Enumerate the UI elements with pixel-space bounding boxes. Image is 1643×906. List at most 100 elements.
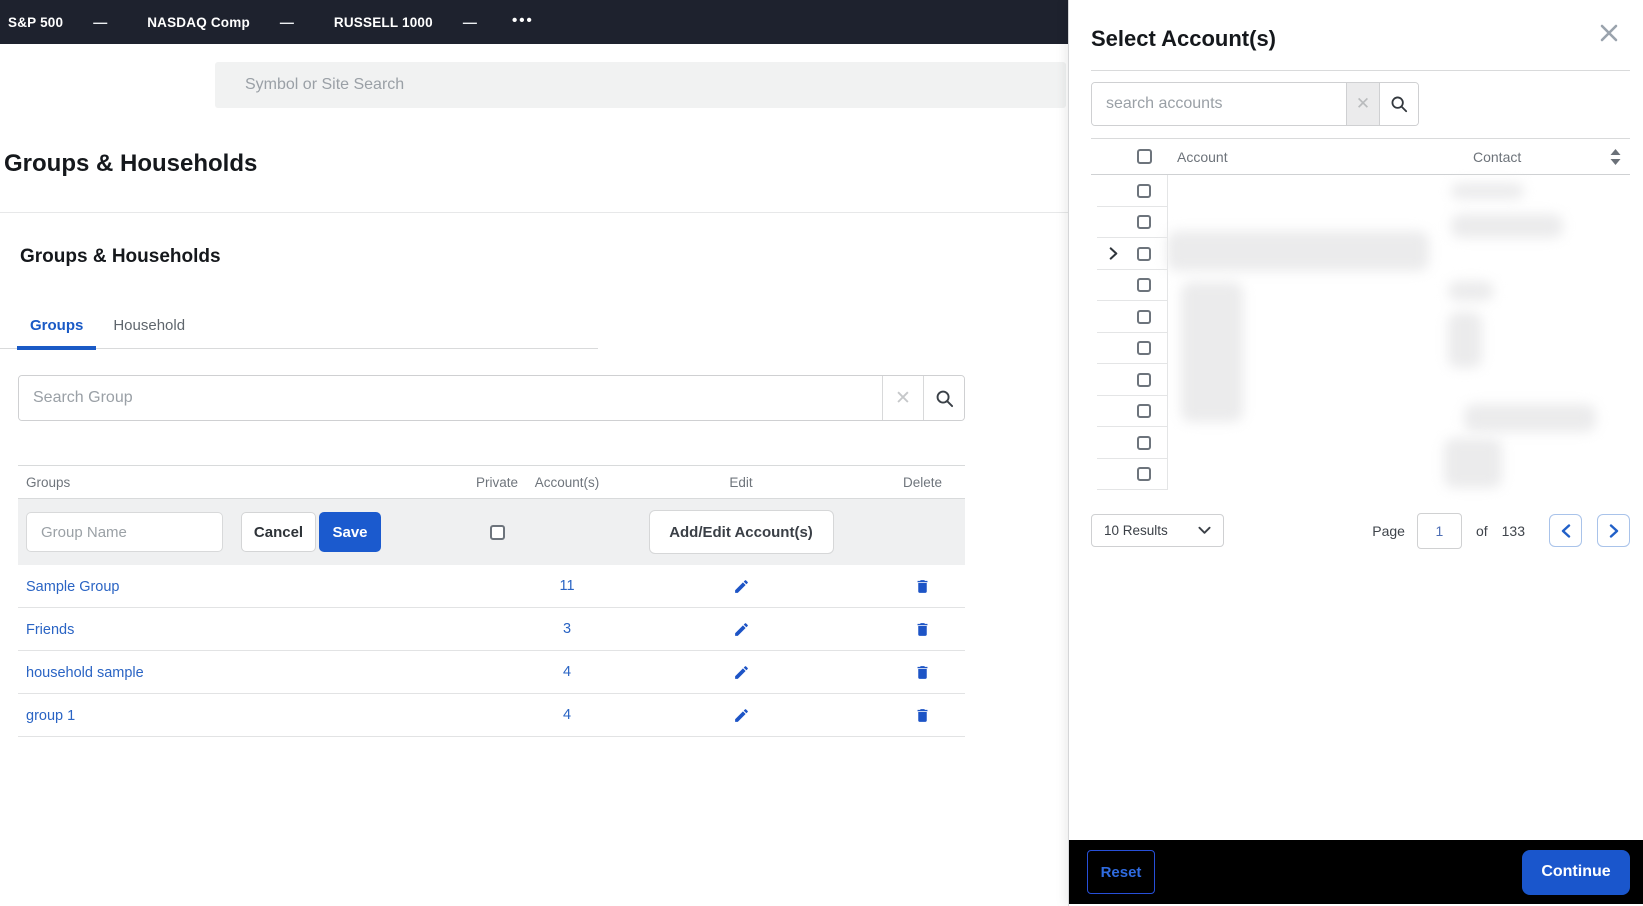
chevron-right-icon [1608,523,1620,538]
continue-button[interactable]: Continue [1522,849,1630,895]
clear-icon: ✕ [1355,94,1371,113]
edit-pencil-icon[interactable] [733,621,750,638]
results-per-page-value: 10 Results [1104,523,1168,538]
close-icon[interactable] [1598,22,1620,44]
account-checkbox[interactable] [1137,246,1151,261]
page-label: Page [1372,522,1405,539]
ticker-value: — [279,14,294,30]
select-all-checkbox[interactable] [1137,149,1152,164]
ticker-label: NASDAQ Comp [147,14,250,30]
ticker-item[interactable]: NASDAQ Comp — [147,14,294,30]
account-row [1091,301,1630,333]
group-name-link[interactable]: Sample Group [26,579,120,595]
accounts-search-box: ✕ [1091,82,1419,126]
account-checkbox[interactable] [1137,404,1151,419]
group-row: Friends 3 [18,608,965,651]
section-title: Groups & Households [20,246,221,267]
results-per-page-select[interactable]: 10 Results [1091,514,1224,547]
page-title: Groups & Households [4,150,258,177]
column-header-accounts: Account(s) [534,474,600,490]
group-accounts-count-link[interactable]: 11 [559,578,574,594]
accounts-search-clear-button[interactable]: ✕ [1346,83,1379,125]
private-checkbox[interactable] [489,524,505,540]
site-search-bar [0,44,1068,128]
add-edit-accounts-button[interactable]: Add/Edit Account(s) [648,510,834,554]
column-header-contact: Contact [1473,148,1522,165]
group-row: household sample 4 [18,651,965,694]
accounts-table-header: Account Contact [1091,138,1630,175]
ticker-label: RUSSELL 1000 [333,14,433,30]
clear-icon: ✕ [895,387,911,409]
account-checkbox[interactable] [1137,467,1151,482]
account-checkbox[interactable] [1137,309,1151,324]
search-icon [1390,95,1408,113]
group-name-link[interactable]: Friends [26,622,74,638]
column-header-delete: Delete [902,474,943,490]
account-row [1091,395,1630,428]
account-checkbox[interactable] [1137,341,1151,356]
groups-table-body: Sample Group 11 Friends 3 household samp… [18,565,965,737]
panel-title: Select Account(s) [1091,26,1277,51]
group-name-input[interactable] [26,512,223,552]
account-row [1091,458,1630,491]
account-row [1091,206,1630,239]
edit-pencil-icon[interactable] [733,707,750,724]
group-row: Sample Group 11 [18,565,965,608]
previous-page-button[interactable] [1549,514,1582,547]
accounts-search-button[interactable] [1379,83,1418,125]
group-accounts-count-link[interactable]: 4 [563,707,571,723]
reset-button[interactable]: Reset [1087,850,1155,894]
sort-icon[interactable] [1609,148,1622,165]
group-search-input[interactable] [19,376,882,420]
account-row [1091,269,1630,302]
group-name-link[interactable]: household sample [26,665,144,681]
ticker-more-icon[interactable]: ••• [512,12,534,29]
next-page-button[interactable] [1597,514,1630,547]
delete-trash-icon[interactable] [914,621,931,638]
groups-table-header: Groups Private Account(s) Edit Delete [18,465,965,499]
account-row [1091,427,1630,459]
group-search-clear-button[interactable]: ✕ [882,376,923,420]
ticker-item[interactable]: RUSSELL 1000 — [334,14,477,30]
site-search-input[interactable] [215,62,1066,108]
ticker-value: — [462,14,477,30]
save-button[interactable]: Save [319,512,381,552]
ticker-item[interactable]: S&P 500 — [8,14,107,30]
total-pages: 133 [1501,522,1525,539]
group-search-box: ✕ [18,375,965,421]
delete-trash-icon[interactable] [914,707,931,724]
tab-bar: Groups Household [0,317,598,350]
account-row [1091,364,1630,396]
expand-row-icon[interactable] [1107,247,1120,260]
select-accounts-panel: Select Account(s) ✕ Account Contact [1068,0,1643,906]
market-ticker-bar: S&P 500 — NASDAQ Comp — RUSSELL 1000 — [0,0,1068,44]
edit-pencil-icon[interactable] [733,664,750,681]
account-checkbox[interactable] [1137,278,1151,293]
of-label: of [1475,522,1488,539]
column-header-groups: Groups [26,474,71,490]
delete-trash-icon[interactable] [914,664,931,681]
account-checkbox[interactable] [1137,435,1151,450]
account-row [1091,175,1630,207]
page-header: Groups & Households [0,128,1068,213]
cancel-button[interactable]: Cancel [241,512,316,552]
group-accounts-count-link[interactable]: 3 [563,621,571,637]
accounts-search-input[interactable] [1092,83,1346,125]
page-number-input[interactable] [1416,512,1462,549]
account-checkbox[interactable] [1137,215,1151,230]
account-checkbox[interactable] [1137,183,1151,198]
tab-groups[interactable]: Groups [17,317,97,350]
panel-title-divider [1091,70,1630,71]
delete-trash-icon[interactable] [914,578,931,595]
tab-household[interactable]: Household [100,317,198,348]
main-content: S&P 500 — NASDAQ Comp — RUSSELL 1000 — •… [0,0,1068,906]
group-accounts-count-link[interactable]: 4 [563,664,571,680]
account-row [1091,332,1630,365]
panel-footer: Reset Continue [1069,840,1643,904]
column-header-edit: Edit [729,474,753,490]
new-group-row: Cancel Save Add/Edit Account(s) [18,499,965,565]
group-name-link[interactable]: group 1 [26,708,75,724]
group-search-button[interactable] [923,376,964,420]
account-checkbox[interactable] [1137,372,1151,387]
edit-pencil-icon[interactable] [733,578,750,595]
